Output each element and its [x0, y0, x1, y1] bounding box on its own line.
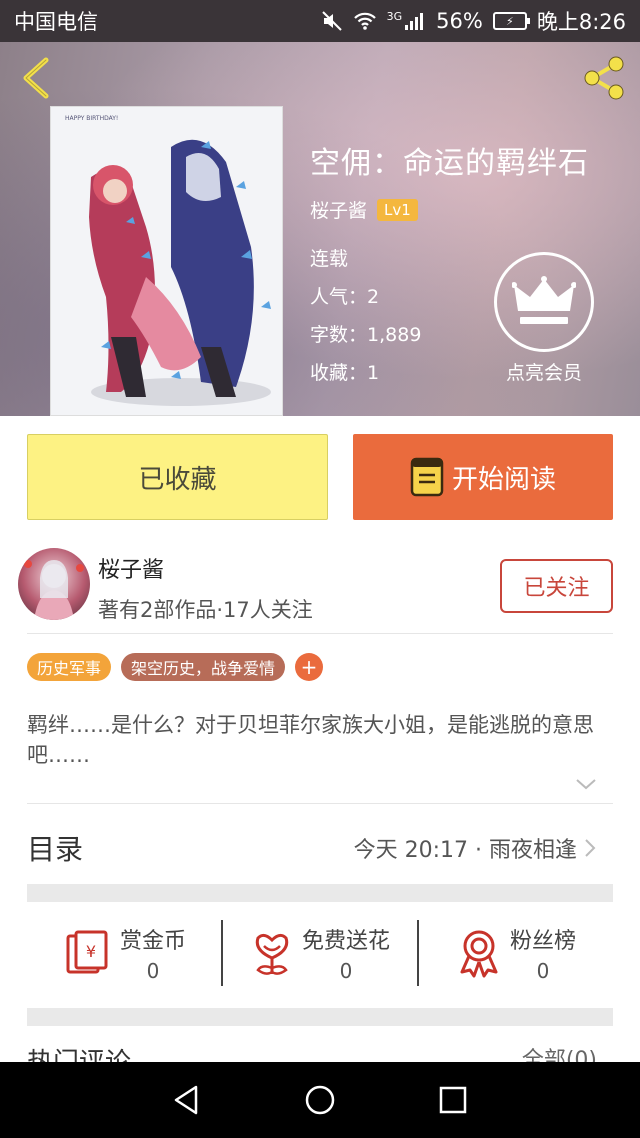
- battery-icon: ⚡: [492, 12, 530, 30]
- tag-alt-history-war-romance[interactable]: 架空历史，战争爱情: [121, 653, 286, 681]
- following-button[interactable]: 已关注: [500, 559, 613, 613]
- cover-illustration: [89, 139, 271, 406]
- toc-title: 目录: [27, 833, 84, 866]
- author-avatar[interactable]: [18, 548, 90, 620]
- book-wordcount: 字数：1,889: [310, 320, 421, 347]
- carrier-label: 中国电信: [14, 10, 98, 34]
- book-status: 连载: [310, 244, 348, 271]
- home-circle-icon[interactable]: [303, 1083, 337, 1117]
- latest-chapter: 今天 20:17 · 雨夜相逢: [354, 832, 597, 864]
- start-reading-label: 开始阅读: [451, 464, 556, 495]
- book-popularity: 人气：2: [310, 282, 379, 309]
- book-favorites: 收藏：1: [310, 358, 379, 385]
- favorites-label: 收藏：: [310, 362, 368, 384]
- add-tag-button[interactable]: +: [295, 653, 324, 681]
- status-icons: 3G 56% ⚡ 晚上8:26: [321, 6, 626, 36]
- stat-value-fans: 0: [536, 959, 550, 983]
- status-value: 连载: [310, 248, 349, 270]
- start-reading-button[interactable]: 开始阅读: [353, 434, 613, 520]
- stat-value-flower: 0: [339, 959, 353, 983]
- book-icon: [410, 457, 444, 497]
- book-author[interactable]: 桜子酱: [310, 196, 367, 223]
- vip-label: 点亮会员: [505, 362, 582, 384]
- chevron-down-icon[interactable]: [574, 776, 598, 792]
- favorites-value: 1: [367, 362, 380, 384]
- stat-label-flower: 免费送花: [301, 929, 390, 954]
- wordcount-label: 字数：: [310, 324, 368, 346]
- system-nav-bar: [0, 1062, 640, 1138]
- table-of-contents-row[interactable]: 目录 今天 20:17 · 雨夜相逢: [27, 826, 597, 870]
- flower-icon: [255, 933, 289, 975]
- author-stats: 著有2部作品·17人关注: [98, 598, 313, 622]
- book-author-row: 桜子酱 Lv1: [310, 196, 418, 223]
- free-flower-button[interactable]: 免费送花 0: [223, 916, 417, 990]
- back-icon[interactable]: [18, 56, 54, 100]
- section-separator: [27, 1008, 613, 1026]
- book-header: HAPPY BIRTHDAY! 空佣：命运的羁绊石 桜子酱 Lv1 连载 人气：…: [0, 42, 640, 416]
- level-badge: Lv1: [377, 198, 418, 221]
- book-title: 空佣：命运的羁绊石: [310, 146, 589, 181]
- wifi-icon: [353, 12, 376, 30]
- vip-button[interactable]: 点亮会员: [492, 252, 596, 385]
- signal-icon: [405, 13, 424, 30]
- stat-label-reward: 赏金币: [119, 929, 186, 954]
- divider: [27, 803, 613, 804]
- book-cover[interactable]: HAPPY BIRTHDAY!: [50, 106, 283, 416]
- status-bar: 中国电信 3G 56% ⚡ 晚上8:26: [0, 0, 640, 42]
- author-name[interactable]: 桜子酱: [98, 552, 164, 584]
- reward-coins-button[interactable]: ¥ 赏金币 0: [27, 916, 221, 990]
- share-icon[interactable]: [580, 54, 628, 102]
- svg-text:¥: ¥: [86, 942, 96, 961]
- network-type: 3G: [386, 9, 403, 23]
- recents-square-icon[interactable]: [436, 1083, 470, 1117]
- stat-label-fans: 粉丝榜: [509, 929, 576, 954]
- latest-chapter-text: 今天 20:17 · 雨夜相逢: [353, 838, 577, 863]
- popularity-value: 2: [367, 286, 380, 308]
- battery-percent: 56%: [436, 9, 483, 33]
- fan-ranking-button[interactable]: 粉丝榜 0: [419, 916, 613, 990]
- cover-caption: HAPPY BIRTHDAY!: [65, 115, 119, 122]
- tag-history-military[interactable]: 历史军事: [27, 653, 112, 681]
- chevron-right-icon: [585, 839, 596, 857]
- divider: [27, 633, 613, 634]
- popularity-label: 人气：: [310, 286, 368, 308]
- medal-icon: [460, 930, 498, 978]
- favorited-button[interactable]: 已收藏: [27, 434, 328, 520]
- support-stats: ¥ 赏金币 0 免费送花 0 粉丝榜 0: [27, 916, 613, 990]
- section-separator: [27, 884, 613, 902]
- clock: 晚上8:26: [536, 10, 626, 34]
- red-envelope-icon: ¥: [66, 930, 108, 974]
- mute-icon: [321, 11, 342, 31]
- wordcount-value: 1,889: [367, 324, 422, 346]
- back-triangle-icon[interactable]: [170, 1083, 204, 1117]
- tag-list: 历史军事 架空历史，战争爱情 +: [27, 653, 324, 681]
- stat-value-reward: 0: [146, 959, 160, 983]
- crown-icon: [494, 252, 594, 352]
- book-description: 羁绊……是什么？对于贝坦菲尔家族大小姐，是能逃脱的意思吧……: [27, 713, 594, 767]
